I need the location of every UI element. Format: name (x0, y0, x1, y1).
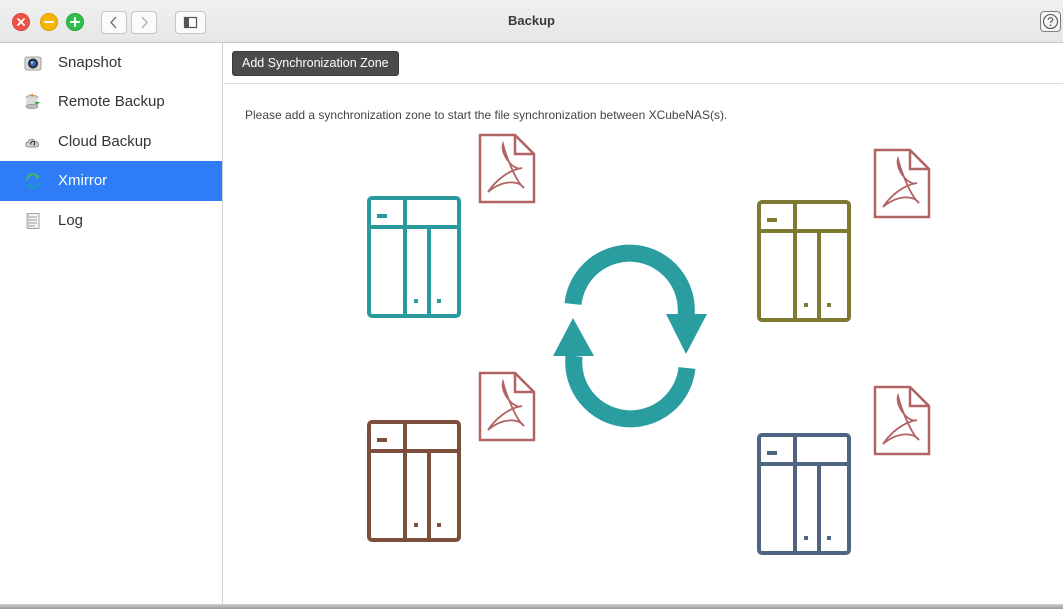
sidebar-item-label: Snapshot (58, 54, 122, 71)
camera-icon (24, 56, 42, 71)
sidebar-item-label: Remote Backup (58, 93, 165, 110)
sidebar-item-xmirror[interactable]: Xmirror (0, 161, 222, 201)
sidebar-item-label: Cloud Backup (58, 133, 152, 150)
nas-device-icon (367, 420, 461, 542)
document-list-icon (26, 213, 40, 229)
title-bar: Backup (0, 0, 1063, 43)
question-mark-icon (1042, 13, 1059, 30)
window-bottom-edge (0, 604, 1063, 609)
pdf-file-icon (873, 148, 931, 219)
sidebar-item-remote-backup[interactable]: Remote Backup (0, 82, 222, 122)
nas-device-icon (757, 200, 851, 322)
sidebar-item-cloud-backup[interactable]: Cloud Backup (0, 122, 222, 162)
pdf-file-icon (873, 385, 931, 456)
sync-arrows-icon (553, 244, 707, 428)
pdf-file-icon (478, 371, 536, 442)
sync-illustration (367, 133, 931, 555)
database-sync-icon (25, 93, 40, 110)
help-button[interactable] (1040, 11, 1061, 32)
sync-arrows-icon (26, 173, 40, 189)
cloud-icon (25, 138, 40, 148)
window-title: Backup (508, 13, 555, 28)
sidebar-item-label: Xmirror (58, 172, 108, 189)
nas-device-icon (757, 433, 851, 555)
nas-device-icon (367, 196, 461, 318)
sidebar-item-label: Log (58, 212, 84, 229)
backup-window: Backup Snapshot Remote Backup Cloud Back… (0, 0, 1063, 609)
sidebar-item-log[interactable]: Log (0, 201, 222, 241)
add-synchronization-zone-button[interactable]: Add Synchronization Zone (232, 51, 399, 76)
sidebar-item-snapshot[interactable]: Snapshot (0, 43, 222, 83)
pdf-file-icon (478, 133, 536, 204)
main-toolbar: Add Synchronization Zone (224, 43, 1063, 84)
sidebar: Snapshot Remote Backup Cloud Backup Xmir… (0, 43, 223, 609)
